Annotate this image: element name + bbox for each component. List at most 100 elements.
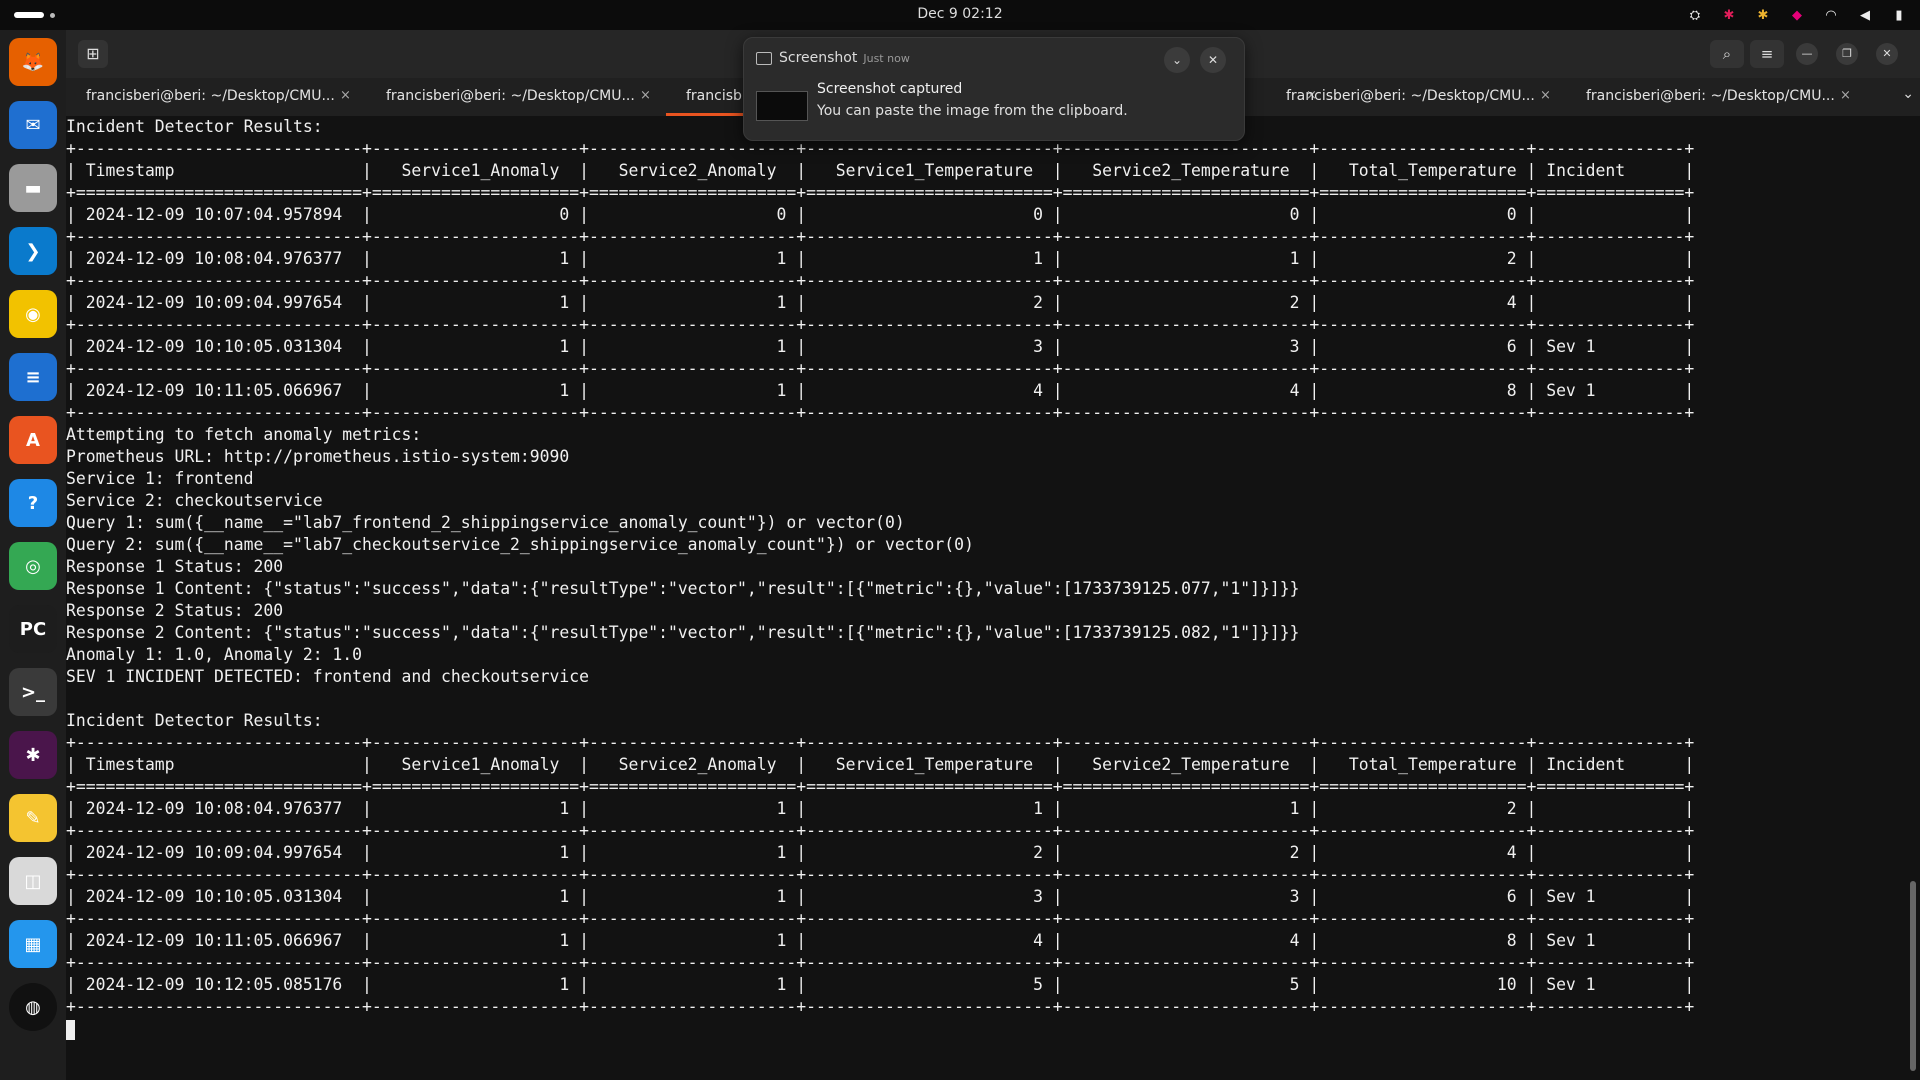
screenshot-icon	[756, 52, 772, 65]
slack-icon[interactable]: ✱	[9, 731, 57, 779]
terminal-line: +-----------------------------+---------…	[66, 909, 1695, 928]
terminal-line: Query 2: sum({__name__="lab7_checkoutser…	[66, 535, 974, 554]
terminal-line: | 2024-12-09 10:12:05.085176 | 1 | 1 | 5…	[66, 975, 1695, 994]
terminal-line: +-----------------------------+---------…	[66, 139, 1695, 158]
terminal-line: | Timestamp | Service1_Anomaly | Service…	[66, 755, 1695, 774]
scrollbar-thumb[interactable]	[1910, 881, 1916, 1071]
minimize-button[interactable]: —	[1796, 43, 1818, 65]
terminal-line: | 2024-12-09 10:08:04.976377 | 1 | 1 | 1…	[66, 249, 1695, 268]
close-window-button[interactable]: ✕	[1876, 43, 1898, 65]
firefox-icon[interactable]: 🦊	[9, 38, 57, 86]
rhythmbox-icon[interactable]: ◉	[9, 290, 57, 338]
slack-icon[interactable]: ✱	[1718, 5, 1740, 25]
search-button[interactable]: ⌕	[1710, 40, 1744, 68]
search-icon: ⌕	[1722, 45, 1732, 63]
dock: 🦊 ✉ ▬ ❯ ◉ ≡ A? ◎ PC >_ ✱ ✎ ◫ ▦ ◍	[0, 30, 66, 1080]
clock[interactable]: Dec 9 02:12	[0, 6, 1920, 22]
terminal-line: Anomaly 1: 1.0, Anomaly 2: 1.0	[66, 645, 363, 664]
chrome-icon[interactable]: ◎	[9, 542, 57, 590]
terminal-tab[interactable]: francisberi@beri: ~/Desktop/CMU... ×	[1566, 78, 1866, 116]
tab-close-icon[interactable]: ×	[640, 88, 651, 103]
writer-icon[interactable]: ≡	[9, 353, 57, 401]
tab-close-icon[interactable]: ×	[340, 88, 351, 103]
terminal-tab[interactable]: francisberi@beri: ~/Desktop/CMU... ×	[1266, 78, 1566, 116]
terminal-line: | 2024-12-09 10:09:04.997654 | 1 | 1 | 2…	[66, 843, 1695, 862]
terminal-line: Response 2 Content: {"status":"success",…	[66, 623, 1300, 642]
terminal-output[interactable]: Incident Detector Results: +------------…	[66, 116, 1920, 1080]
files-icon[interactable]: ▬	[9, 164, 57, 212]
steam-icon[interactable]: ⛭	[1684, 5, 1706, 25]
notification-app-name: Screenshot	[779, 50, 858, 66]
tab-label: francisb	[686, 88, 742, 104]
terminal-line: Incident Detector Results:	[66, 711, 323, 730]
terminal-line: | 2024-12-09 10:09:04.997654 | 1 | 1 | 2…	[66, 293, 1695, 312]
battery-icon[interactable]: ▮	[1888, 5, 1910, 25]
docker-icon[interactable]: ▦	[9, 920, 57, 968]
terminal-text: Incident Detector Results: +------------…	[66, 116, 1694, 1040]
thunderbird-icon[interactable]: ✉	[9, 101, 57, 149]
terminal-line: +-----------------------------+---------…	[66, 271, 1695, 290]
terminal-line: Response 1 Status: 200	[66, 557, 284, 576]
menu-button[interactable]: ≡	[1750, 40, 1784, 68]
shield-icon[interactable]: ◆	[1786, 5, 1808, 25]
app-center-icon[interactable]: A	[9, 416, 57, 464]
terminal-tab[interactable]: francisberi@beri: ~/Desktop/CMU... ×	[366, 78, 666, 116]
terminal-line: | 2024-12-09 10:08:04.976377 | 1 | 1 | 1…	[66, 799, 1695, 818]
terminal-line: | 2024-12-09 10:11:05.066967 | 1 | 1 | 4…	[66, 931, 1695, 950]
new-tab-button[interactable]: ⊞	[78, 40, 108, 68]
screenshot-notification[interactable]: Screenshot Just now Screenshot captured Y…	[743, 37, 1245, 141]
help-icon[interactable]: ?	[9, 479, 57, 527]
maximize-button[interactable]: ❐	[1836, 43, 1858, 65]
terminal-line: +-----------------------------+---------…	[66, 953, 1695, 972]
terminal-line: | 2024-12-09 10:10:05.031304 | 1 | 1 | 3…	[66, 887, 1695, 906]
wifi-icon[interactable]: ◠	[1820, 5, 1842, 25]
terminal-line: Prometheus URL: http://prometheus.istio-…	[66, 447, 570, 466]
terminal-line: +-----------------------------+---------…	[66, 865, 1695, 884]
terminal-line: | 2024-12-09 10:10:05.031304 | 1 | 1 | 3…	[66, 337, 1695, 356]
terminal-line: Response 2 Status: 200	[66, 601, 284, 620]
document-viewer-icon[interactable]: ◫	[9, 857, 57, 905]
chevron-down-icon: ⌄	[1171, 53, 1183, 67]
terminal-icon[interactable]: >_	[9, 668, 57, 716]
tab-overflow-chevron-icon[interactable]: ⌄	[1902, 86, 1914, 102]
screenshot-thumbnail[interactable]	[756, 91, 808, 121]
terminal-line: +=============================+=========…	[66, 777, 1695, 796]
terminal-line: | 2024-12-09 10:07:04.957894 | 0 | 0 | 0…	[66, 205, 1695, 224]
terminal-line: Response 1 Content: {"status":"success",…	[66, 579, 1300, 598]
pycharm-icon[interactable]: PC	[9, 605, 57, 653]
scrollbar[interactable]	[1910, 116, 1916, 1080]
notification-close-button[interactable]: ✕	[1200, 47, 1226, 73]
top-bar: Dec 9 02:12 ⛭ ✱ ✱ ◆ ◠ ◀ ▮	[0, 0, 1920, 30]
tab-label: francisberi@beri: ~/Desktop/CMU...	[386, 88, 635, 104]
notification-body: You can paste the image from the clipboa…	[817, 103, 1128, 119]
terminal-tab[interactable]: francisberi@beri: ~/Desktop/CMU... ×	[66, 78, 366, 116]
tab-label: francisberi@beri: ~/Desktop/CMU...	[1586, 88, 1835, 104]
terminal-line: | Timestamp | Service1_Anomaly | Service…	[66, 161, 1695, 180]
notification-title: Screenshot captured	[817, 81, 963, 97]
system-tray[interactable]: ⛭ ✱ ✱ ◆ ◠ ◀ ▮	[1684, 5, 1910, 25]
terminal-line: +-----------------------------+---------…	[66, 315, 1695, 334]
tab-label: francisberi@beri: ~/Desktop/CMU...	[1286, 88, 1535, 104]
terminal-line: +-----------------------------+---------…	[66, 997, 1695, 1016]
close-icon: ✕	[1207, 53, 1219, 67]
vscode-icon[interactable]: ❯	[9, 227, 57, 275]
terminal-line: +-----------------------------+---------…	[66, 821, 1695, 840]
notification-expand-button[interactable]: ⌄	[1164, 47, 1190, 73]
text-editor-icon[interactable]: ✎	[9, 794, 57, 842]
tab-close-icon[interactable]: ×	[1840, 88, 1851, 103]
notification-time: Just now	[863, 52, 910, 65]
terminal-line: Incident Detector Results:	[66, 117, 323, 136]
terminal-line: Query 1: sum({__name__="lab7_frontend_2_…	[66, 513, 905, 532]
terminal-window: ⊞ ⌕ ≡ — ❐ ✕ francisberi@beri: ~/Desktop/…	[66, 30, 1920, 1080]
tab-label: francisberi@beri: ~/Desktop/CMU...	[86, 88, 335, 104]
ubuntu-icon[interactable]: ◍	[9, 983, 57, 1031]
notification-app-row: Screenshot Just now	[779, 50, 910, 66]
terminal-line: | 2024-12-09 10:11:05.066967 | 1 | 1 | 4…	[66, 381, 1695, 400]
terminal-line: Service 2: checkoutservice	[66, 491, 323, 510]
tab-close-icon[interactable]: ×	[1540, 88, 1551, 103]
terminal-line: +=============================+=========…	[66, 183, 1695, 202]
terminal-line: Service 1: frontend	[66, 469, 254, 488]
terminal-line: +-----------------------------+---------…	[66, 227, 1695, 246]
volume-icon[interactable]: ◀	[1854, 5, 1876, 25]
slack-icon[interactable]: ✱	[1752, 5, 1774, 25]
